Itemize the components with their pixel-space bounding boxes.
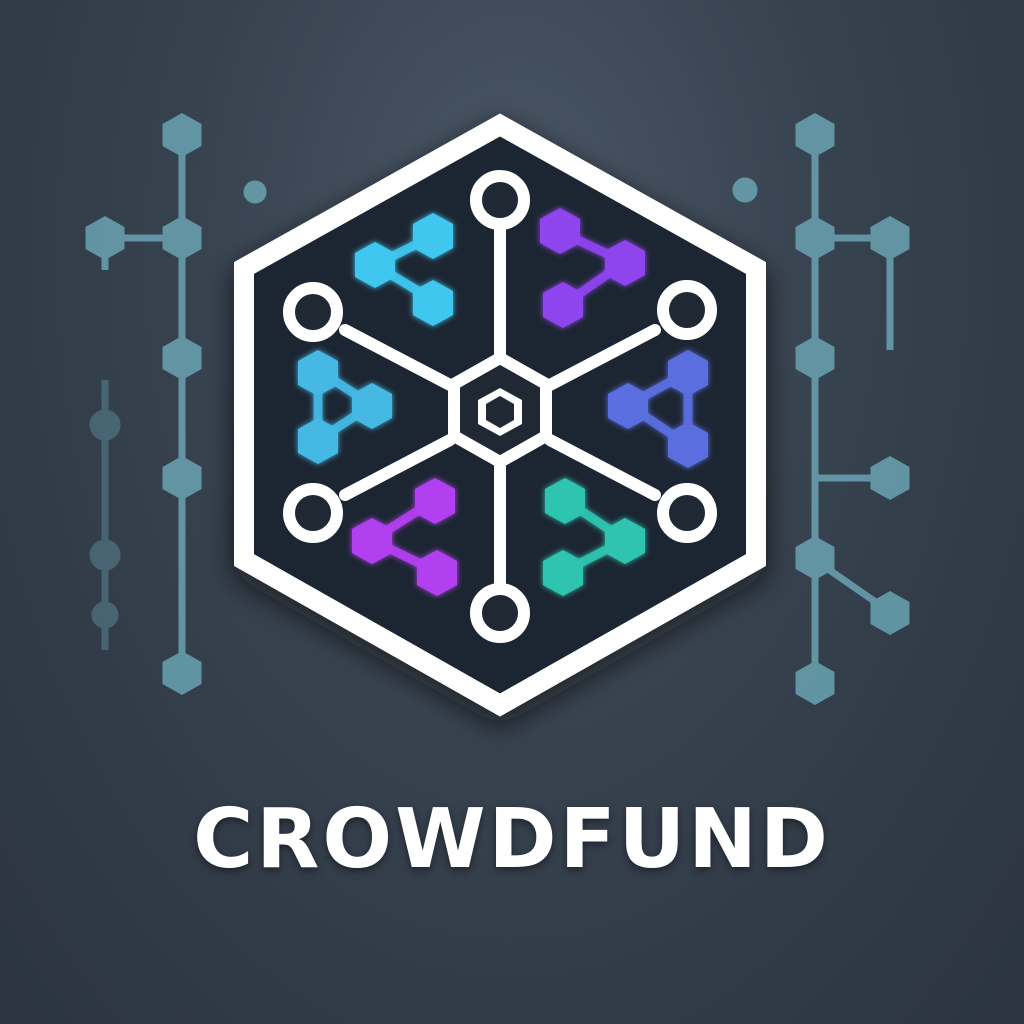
logo-canvas: CROWDFUND — [0, 0, 1024, 1024]
node-bottom — [470, 583, 530, 643]
node-lower-right — [657, 483, 717, 543]
node-upper-left — [283, 282, 343, 342]
node-lower-left — [283, 483, 343, 543]
node-upper-right — [657, 280, 717, 340]
center-hub-icon — [448, 351, 552, 469]
node-top — [470, 170, 530, 230]
brand-wordmark: CROWDFUND — [193, 792, 831, 887]
